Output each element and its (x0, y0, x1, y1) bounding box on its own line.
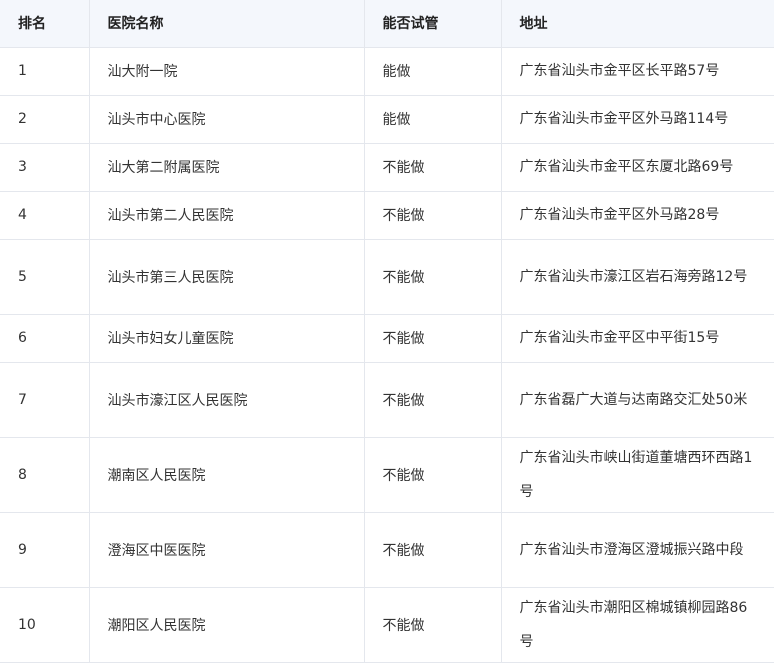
table-row: 2 汕头市中心医院 能做 广东省汕头市金平区外马路114号 (0, 94, 774, 144)
cell-rank: 7 (0, 361, 90, 438)
cell-address: 广东省汕头市潮阳区棉城镇柳园路86号 (500, 586, 774, 663)
table-header-row: 排名 医院名称 能否试管 地址 (0, 0, 774, 48)
header-hospital-name: 医院名称 (88, 0, 365, 48)
cell-hospital-name: 汕头市第二人民医院 (88, 190, 365, 240)
cell-ivf: 不能做 (363, 142, 502, 192)
cell-hospital-name: 汕大第二附属医院 (88, 142, 365, 192)
cell-address: 广东省汕头市金平区东厦北路69号 (500, 142, 774, 192)
cell-ivf: 能做 (363, 94, 502, 144)
cell-rank: 9 (0, 511, 90, 588)
table-row: 5 汕头市第三人民医院 不能做 广东省汕头市濠江区岩石海旁路12号 (0, 238, 774, 315)
cell-rank: 5 (0, 238, 90, 315)
cell-ivf: 不能做 (363, 361, 502, 438)
cell-ivf: 不能做 (363, 190, 502, 240)
table-row: 3 汕大第二附属医院 不能做 广东省汕头市金平区东厦北路69号 (0, 142, 774, 192)
header-rank: 排名 (0, 0, 90, 48)
cell-address: 广东省汕头市金平区外马路114号 (500, 94, 774, 144)
table-row: 1 汕大附一院 能做 广东省汕头市金平区长平路57号 (0, 46, 774, 96)
cell-address: 广东省汕头市澄海区澄城振兴路中段 (500, 511, 774, 588)
header-ivf-availability: 能否试管 (363, 0, 502, 48)
table-row: 6 汕头市妇女儿童医院 不能做 广东省汕头市金平区中平街15号 (0, 313, 774, 363)
cell-hospital-name: 汕头市中心医院 (88, 94, 365, 144)
cell-address: 广东省磊广大道与达南路交汇处50米 (500, 361, 774, 438)
cell-address: 广东省汕头市金平区中平街15号 (500, 313, 774, 363)
cell-ivf: 能做 (363, 46, 502, 96)
cell-address: 广东省汕头市金平区外马路28号 (500, 190, 774, 240)
hospital-table: 排名 医院名称 能否试管 地址 1 汕大附一院 能做 广东省汕头市金平区长平路5… (0, 0, 774, 663)
cell-hospital-name: 汕头市第三人民医院 (88, 238, 365, 315)
cell-ivf: 不能做 (363, 313, 502, 363)
table-row: 10 潮阳区人民医院 不能做 广东省汕头市潮阳区棉城镇柳园路86号 (0, 586, 774, 663)
cell-hospital-name: 潮阳区人民医院 (88, 586, 365, 663)
table-row: 7 汕头市濠江区人民医院 不能做 广东省磊广大道与达南路交汇处50米 (0, 361, 774, 438)
table-row: 8 潮南区人民医院 不能做 广东省汕头市峡山街道董塘西环西路1号 (0, 436, 774, 513)
table-row: 4 汕头市第二人民医院 不能做 广东省汕头市金平区外马路28号 (0, 190, 774, 240)
cell-hospital-name: 汕头市妇女儿童医院 (88, 313, 365, 363)
cell-ivf: 不能做 (363, 586, 502, 663)
cell-ivf: 不能做 (363, 238, 502, 315)
cell-address: 广东省汕头市峡山街道董塘西环西路1号 (500, 436, 774, 513)
cell-rank: 10 (0, 586, 90, 663)
cell-rank: 6 (0, 313, 90, 363)
cell-rank: 8 (0, 436, 90, 513)
cell-rank: 1 (0, 46, 90, 96)
cell-hospital-name: 汕头市濠江区人民医院 (88, 361, 365, 438)
header-address: 地址 (500, 0, 774, 48)
cell-hospital-name: 潮南区人民医院 (88, 436, 365, 513)
table-row: 9 澄海区中医医院 不能做 广东省汕头市澄海区澄城振兴路中段 (0, 511, 774, 588)
cell-address: 广东省汕头市金平区长平路57号 (500, 46, 774, 96)
cell-rank: 2 (0, 94, 90, 144)
cell-hospital-name: 汕大附一院 (88, 46, 365, 96)
cell-rank: 3 (0, 142, 90, 192)
cell-ivf: 不能做 (363, 436, 502, 513)
cell-ivf: 不能做 (363, 511, 502, 588)
cell-rank: 4 (0, 190, 90, 240)
cell-hospital-name: 澄海区中医医院 (88, 511, 365, 588)
cell-address: 广东省汕头市濠江区岩石海旁路12号 (500, 238, 774, 315)
